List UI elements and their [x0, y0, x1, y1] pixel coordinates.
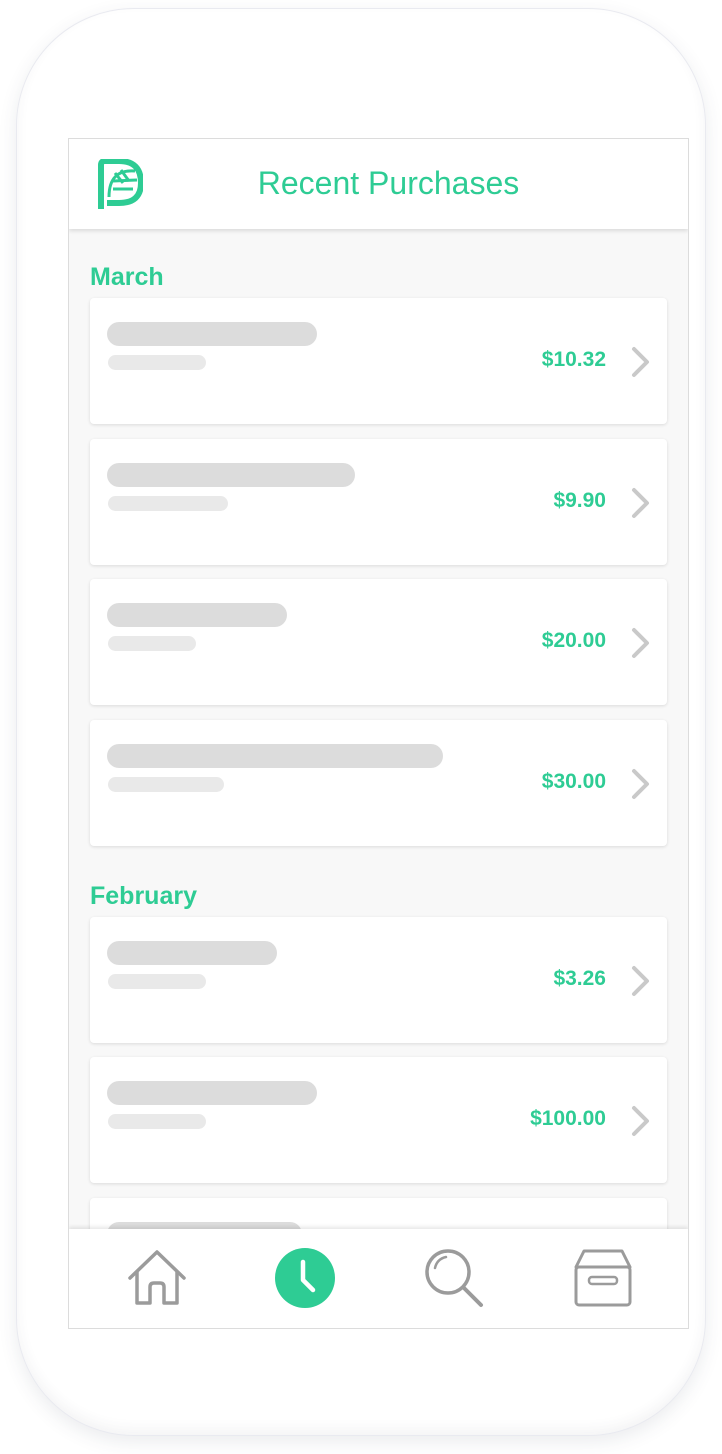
purchase-card[interactable]: $10.32 — [90, 298, 667, 424]
purchase-price: $30.00 — [541, 770, 606, 793]
purchase-price: $10.32 — [541, 348, 606, 371]
placeholder-title-bar — [107, 1222, 302, 1229]
placeholder-title-bar — [107, 941, 277, 965]
placeholder-title-bar — [107, 744, 443, 768]
purchase-card[interactable]: $100.00 — [90, 1057, 667, 1183]
purchase-card[interactable]: $30.00 — [90, 720, 667, 846]
chevron-right-icon[interactable] — [630, 487, 652, 519]
purchase-card[interactable]: $9.90 — [90, 439, 667, 565]
placeholder-title-bar — [107, 603, 287, 627]
placeholder-title-bar — [107, 463, 355, 487]
placeholder-title-bar — [107, 1081, 317, 1105]
section-label-february: February — [90, 882, 197, 910]
app-screen: Recent Purchases March $10.32 $9.90 $20.… — [68, 138, 689, 1329]
placeholder-subtitle-bar — [108, 777, 224, 792]
app-header: Recent Purchases — [69, 139, 688, 229]
placeholder-subtitle-bar — [108, 1114, 206, 1129]
placeholder-subtitle-bar — [108, 355, 206, 370]
purchase-price: $9.90 — [553, 489, 606, 512]
purchase-card-partial[interactable] — [90, 1198, 667, 1229]
purchase-card[interactable]: $20.00 — [90, 579, 667, 705]
placeholder-title-bar — [107, 322, 317, 346]
placeholder-subtitle-bar — [108, 974, 206, 989]
section-label-march: March — [90, 263, 164, 291]
home-icon[interactable] — [126, 1247, 188, 1309]
purchase-price: $100.00 — [530, 1107, 606, 1130]
placeholder-subtitle-bar — [108, 496, 228, 511]
chevron-right-icon[interactable] — [630, 346, 652, 378]
phone-frame: Recent Purchases March $10.32 $9.90 $20.… — [16, 8, 706, 1436]
placeholder-subtitle-bar — [108, 636, 196, 651]
purchase-price: $3.26 — [553, 967, 606, 990]
bottom-tab-bar — [69, 1229, 688, 1328]
chevron-right-icon[interactable] — [630, 965, 652, 997]
purchase-list[interactable]: March $10.32 $9.90 $20.00 $30.00 Februar… — [69, 229, 688, 1229]
archive-box-icon[interactable] — [572, 1247, 634, 1309]
search-icon[interactable] — [423, 1247, 485, 1309]
chevron-right-icon[interactable] — [630, 768, 652, 800]
purchase-card[interactable]: $3.26 — [90, 917, 667, 1043]
chevron-right-icon[interactable] — [630, 627, 652, 659]
clock-icon[interactable] — [274, 1247, 336, 1309]
page-title: Recent Purchases — [257, 165, 520, 201]
purchase-price: $20.00 — [541, 629, 606, 652]
chevron-right-icon[interactable] — [630, 1105, 652, 1137]
